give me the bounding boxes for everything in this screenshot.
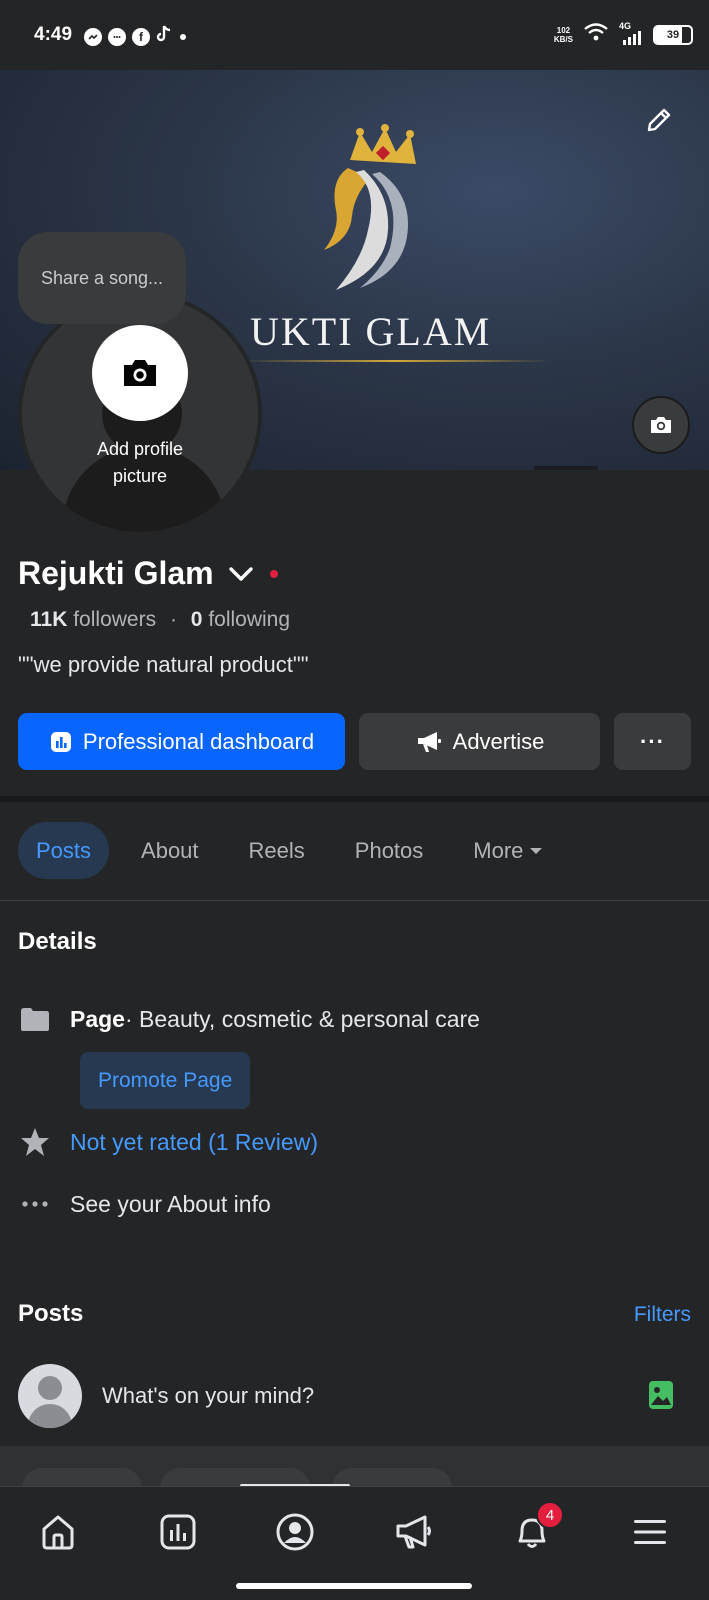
share-song-bubble[interactable]: Share a song... [18, 232, 186, 324]
caret-down-icon [530, 847, 543, 854]
advertise-button[interactable]: Advertise [359, 713, 600, 770]
signal-icon: 4G [619, 21, 643, 47]
followers-label[interactable]: followers [73, 608, 156, 631]
status-indicators: 102 KB/S 4G 39 [554, 21, 693, 47]
nav-profile[interactable] [265, 1507, 325, 1557]
network-speed-unit: KB/S [553, 34, 573, 44]
megaphone-icon [417, 731, 441, 752]
nav-ads[interactable] [384, 1507, 444, 1557]
tiktok-icon [156, 25, 172, 48]
cover-scroll-indicator [534, 466, 598, 470]
profile-tabs: Posts About Reels Photos More [18, 822, 575, 879]
avatar[interactable] [18, 1364, 82, 1428]
page-name-row[interactable]: Rejukti Glam [18, 555, 278, 592]
stats-separator: · [169, 608, 177, 631]
brand-logo [324, 124, 416, 290]
edit-cover-button[interactable] [639, 100, 679, 140]
page-bio: ""we provide natural product"" [18, 652, 309, 677]
avatar-head [38, 1376, 62, 1400]
page-category-row: Page · Beauty, cosmetic & personal care [18, 1002, 480, 1036]
megaphone-icon [396, 1515, 431, 1549]
avatar-body [28, 1404, 72, 1428]
battery-level: 39 [666, 28, 680, 41]
profile-icon [276, 1513, 314, 1551]
notification-dot [180, 33, 186, 40]
wifi-icon [583, 22, 609, 47]
post-options-strip [0, 1446, 709, 1486]
nav-home[interactable] [28, 1507, 88, 1557]
page-type-label: Page [70, 1005, 125, 1032]
change-cover-button[interactable] [632, 396, 690, 454]
ellipsis-icon [18, 1187, 52, 1221]
pencil-icon [647, 108, 671, 132]
post-option-pill[interactable] [22, 1468, 142, 1486]
notifications-badge: 4 [536, 1501, 564, 1529]
more-options-icon: ··· [640, 728, 665, 754]
follow-stats: 11K followers · 0 following [30, 608, 290, 632]
camera-icon [124, 360, 156, 386]
details-heading: Details [18, 928, 97, 955]
home-icon [42, 1515, 74, 1550]
camera-icon [651, 417, 671, 433]
tab-about[interactable]: About [123, 822, 217, 879]
advertise-label: Advertise [452, 728, 545, 754]
notification-dot [269, 569, 278, 578]
star-icon [18, 1125, 52, 1159]
professional-dashboard-label: Professional dashboard [82, 728, 315, 754]
nav-notifications[interactable]: 4 [502, 1501, 564, 1557]
promote-page-button[interactable]: Promote Page [80, 1052, 251, 1109]
about-info-row[interactable]: See your About info [18, 1187, 271, 1221]
professional-dashboard-button[interactable]: Professional dashboard [18, 713, 345, 770]
filters-button[interactable]: Filters [634, 1303, 691, 1327]
facebook-icon: f [132, 27, 150, 46]
chat-icon [108, 27, 126, 46]
post-composer-input[interactable]: What's on your mind? [102, 1383, 314, 1409]
cover-divider [240, 360, 550, 362]
post-option-pill[interactable] [332, 1468, 452, 1486]
rating-row[interactable]: Not yet rated (1 Review) [18, 1125, 318, 1159]
add-profile-picture-label: Add profile picture [96, 439, 184, 486]
menu-icon [634, 1520, 666, 1544]
page-category: · Beauty, cosmetic & personal care [124, 1005, 480, 1032]
tabs-divider [0, 900, 709, 901]
status-time: 4:49 [34, 24, 73, 45]
dashboard-icon [160, 1514, 196, 1550]
flag-icon [18, 1002, 52, 1036]
posts-heading: Posts [18, 1300, 84, 1327]
nav-menu[interactable] [620, 1507, 680, 1557]
cover-brand-name: UKTI GLAM [250, 309, 492, 354]
rating-link[interactable]: Not yet rated (1 Review) [70, 1129, 318, 1156]
about-info-text: See your About info [70, 1190, 271, 1217]
nav-dashboard[interactable] [148, 1507, 208, 1557]
more-options-button[interactable]: ··· [614, 713, 691, 770]
followers-count[interactable]: 11K [30, 608, 67, 631]
tab-more[interactable]: More [455, 822, 561, 879]
home-indicator [236, 1583, 472, 1589]
dashboard-icon [50, 731, 71, 752]
tab-more-label: More [473, 837, 524, 863]
section-divider [0, 796, 709, 802]
add-profile-picture-button[interactable] [92, 325, 188, 421]
action-buttons: Professional dashboard Advertise ··· [18, 713, 691, 770]
page-title: Rejukti Glam [18, 555, 214, 591]
battery-icon: 39 [653, 24, 693, 45]
following-count[interactable]: 0 [191, 608, 203, 631]
tab-posts[interactable]: Posts [18, 822, 110, 879]
following-label[interactable]: following [208, 608, 290, 631]
messenger-icon [84, 27, 102, 46]
tab-photos[interactable]: Photos [337, 822, 442, 879]
tab-reels[interactable]: Reels [231, 822, 323, 879]
network-speed: 102 KB/S [554, 26, 573, 44]
photo-icon[interactable] [648, 1380, 674, 1415]
status-app-icons: f [84, 25, 186, 48]
network-speed-value: 102 [556, 25, 571, 35]
chevron-down-icon[interactable] [228, 565, 254, 583]
status-bar: 4:49 f 102 KB/S 4G 39 [0, 0, 709, 70]
